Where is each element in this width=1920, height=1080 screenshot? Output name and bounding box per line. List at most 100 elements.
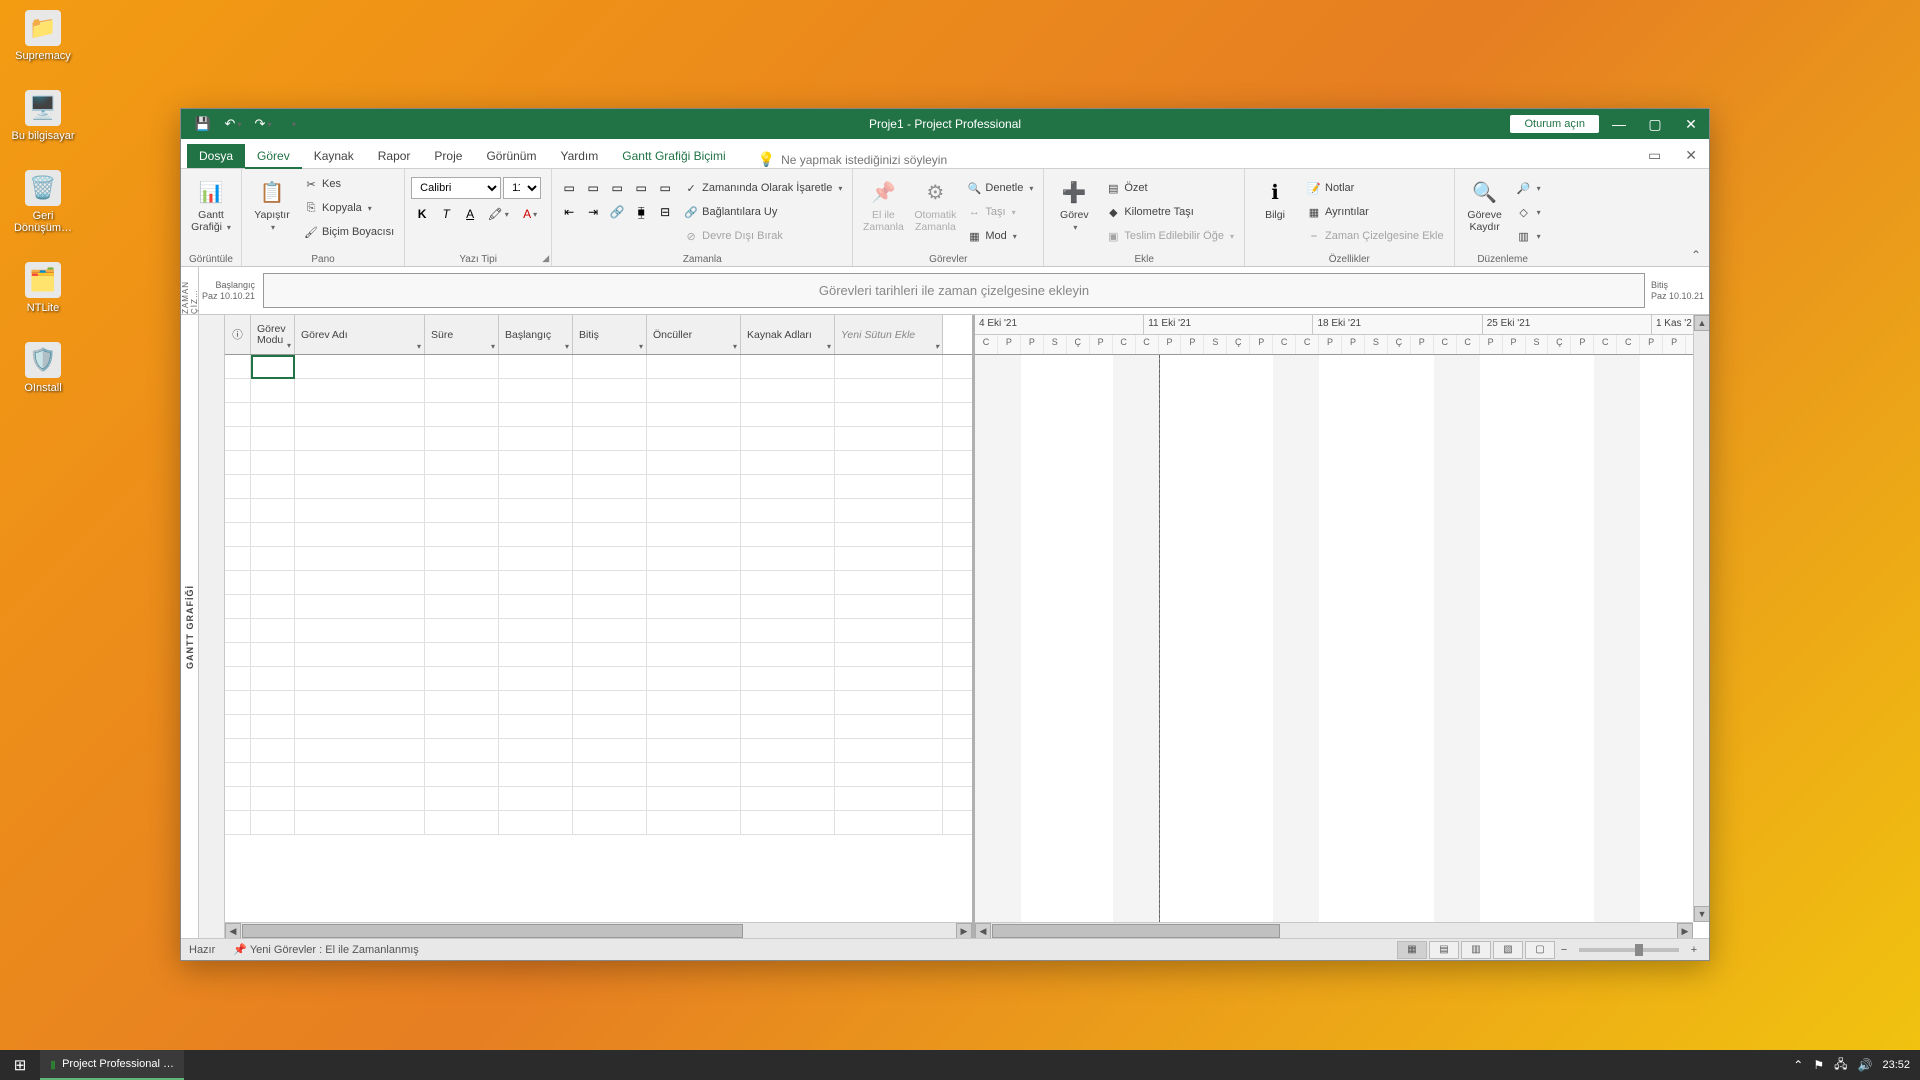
- view-usage-button[interactable]: ▤: [1429, 941, 1459, 959]
- clock[interactable]: 23:52: [1882, 1059, 1910, 1071]
- details-button[interactable]: ▦Ayrıntılar: [1303, 201, 1448, 223]
- tab-help[interactable]: Yardım: [548, 144, 610, 168]
- desktop-icon-recycle[interactable]: 🗑️Geri Dönüşüm…: [8, 170, 78, 234]
- desktop-icon-computer[interactable]: 🖥️Bu bilgisayar: [8, 90, 78, 142]
- zoom-thumb[interactable]: [1635, 944, 1643, 956]
- table-row[interactable]: [225, 499, 972, 523]
- scroll-track[interactable]: [1694, 331, 1709, 906]
- pct-0-button[interactable]: ▭: [558, 177, 580, 199]
- table-row[interactable]: [225, 475, 972, 499]
- gantt-chart-button[interactable]: 📊 Gantt Grafiği ▾: [187, 173, 235, 238]
- scroll-track[interactable]: [991, 923, 1677, 938]
- close-button[interactable]: ✕: [1673, 109, 1709, 139]
- font-name-select[interactable]: Calibri: [411, 177, 501, 199]
- tray-flag-icon[interactable]: ⚑: [1813, 1058, 1824, 1072]
- copy-button[interactable]: ⎘Kopyala▾: [300, 197, 398, 219]
- font-color-button[interactable]: A▾: [515, 203, 545, 225]
- split-button[interactable]: ⊟: [654, 201, 676, 223]
- tray-chevron-icon[interactable]: ⌃: [1793, 1058, 1803, 1072]
- find-button[interactable]: 🔎▾: [1513, 177, 1545, 199]
- tab-report[interactable]: Rapor: [366, 144, 423, 168]
- tell-me[interactable]: 💡: [758, 151, 1001, 168]
- scroll-right-button[interactable]: ▶: [956, 923, 972, 938]
- view-team-button[interactable]: ▥: [1461, 941, 1491, 959]
- col-indicator[interactable]: ⓘ: [225, 315, 251, 354]
- zoom-out-button[interactable]: −: [1557, 944, 1571, 956]
- taskbar-app-project[interactable]: ▮ Project Professional …: [40, 1050, 184, 1080]
- col-start[interactable]: Başlangıç▾: [499, 315, 573, 354]
- table-row[interactable]: [225, 403, 972, 427]
- table-row[interactable]: [225, 811, 972, 835]
- status-new-tasks[interactable]: 📌 Yeni Görevler : El ile Zamanlanmış: [233, 943, 419, 956]
- start-button[interactable]: ⊞: [0, 1050, 40, 1080]
- font-dialog-launcher[interactable]: ◢: [542, 253, 549, 264]
- view-report-button[interactable]: ▢: [1525, 941, 1555, 959]
- bold-button[interactable]: K: [411, 203, 433, 225]
- table-body[interactable]: [225, 355, 972, 938]
- col-predecessors[interactable]: Öncüller▾: [647, 315, 741, 354]
- col-resources[interactable]: Kaynak Adları▾: [741, 315, 835, 354]
- undo-button[interactable]: ↶▾: [221, 112, 245, 136]
- qat-customize[interactable]: ▾: [281, 112, 305, 136]
- desktop-icon-oinstall[interactable]: 🛡️OInstall: [8, 342, 78, 394]
- table-row[interactable]: [225, 739, 972, 763]
- scroll-up-button[interactable]: ▲: [1694, 315, 1709, 331]
- col-task-name[interactable]: Görev Adı▾: [295, 315, 425, 354]
- tell-me-input[interactable]: [781, 153, 1001, 167]
- tab-resource[interactable]: Kaynak: [302, 144, 366, 168]
- redo-button[interactable]: ↷▾: [251, 112, 275, 136]
- zoom-in-button[interactable]: +: [1687, 944, 1701, 956]
- save-button[interactable]: 💾: [191, 112, 215, 136]
- table-row[interactable]: [225, 643, 972, 667]
- cut-button[interactable]: ✂Kes: [300, 173, 398, 195]
- font-size-select[interactable]: 11: [503, 177, 541, 199]
- table-row[interactable]: [225, 379, 972, 403]
- tray-volume-icon[interactable]: 🔊: [1858, 1058, 1873, 1072]
- view-resource-button[interactable]: ▧: [1493, 941, 1523, 959]
- view-gantt-button[interactable]: ▦: [1397, 941, 1427, 959]
- italic-button[interactable]: T: [435, 203, 457, 225]
- tab-file[interactable]: Dosya: [187, 144, 245, 168]
- scroll-down-button[interactable]: ▼: [1694, 906, 1709, 922]
- scroll-left-button[interactable]: ◀: [975, 923, 991, 938]
- fill-color-button[interactable]: 🖍▾: [483, 203, 513, 225]
- table-row[interactable]: [225, 619, 972, 643]
- information-button[interactable]: ℹBilgi: [1251, 173, 1299, 225]
- desktop-icon-supremacy[interactable]: 📁Supremacy: [8, 10, 78, 62]
- paste-button[interactable]: 📋 Yapıştır▾: [248, 173, 296, 238]
- col-add-new[interactable]: Yeni Sütun Ekle▾: [835, 315, 943, 354]
- table-row[interactable]: [225, 715, 972, 739]
- table-row[interactable]: [225, 451, 972, 475]
- minimize-button[interactable]: —: [1601, 109, 1637, 139]
- scroll-thumb[interactable]: [992, 924, 1280, 938]
- desktop-icon-ntlite[interactable]: 🗂️NTLite: [8, 262, 78, 314]
- gantt-vscroll[interactable]: ▲ ▼: [1693, 315, 1709, 922]
- pct-75-button[interactable]: ▭: [630, 177, 652, 199]
- table-hscroll[interactable]: ◀ ▶: [225, 922, 972, 938]
- tab-view[interactable]: Görünüm: [474, 144, 548, 168]
- pct-25-button[interactable]: ▭: [582, 177, 604, 199]
- table-row[interactable]: [225, 763, 972, 787]
- tab-task[interactable]: Görev: [245, 144, 302, 168]
- format-painter-button[interactable]: 🖌Biçim Boyacısı: [300, 221, 398, 243]
- close-document-button[interactable]: ✕: [1681, 143, 1701, 168]
- tab-project[interactable]: Proje: [422, 144, 474, 168]
- summary-button[interactable]: ▤Özet: [1102, 177, 1238, 199]
- table-row[interactable]: [225, 691, 972, 715]
- inspect-button[interactable]: 🔍Denetle▾: [963, 177, 1037, 199]
- zoom-slider[interactable]: [1579, 948, 1679, 952]
- col-finish[interactable]: Bitiş▾: [573, 315, 647, 354]
- fill-button[interactable]: ▥▾: [1513, 225, 1545, 247]
- signin-button[interactable]: Oturum açın: [1510, 115, 1599, 133]
- underline-button[interactable]: A: [459, 203, 481, 225]
- mode-button[interactable]: ▦Mod▾: [963, 225, 1037, 247]
- table-row[interactable]: [225, 571, 972, 595]
- ribbon-display-options[interactable]: ▭: [1644, 143, 1665, 168]
- pct-100-button[interactable]: ▭: [654, 177, 676, 199]
- table-row[interactable]: [225, 427, 972, 451]
- table-row[interactable]: [225, 547, 972, 571]
- table-row[interactable]: [225, 523, 972, 547]
- indent-button[interactable]: ⇥: [582, 201, 604, 223]
- mark-on-track-button[interactable]: ✓Zamanında Olarak İşaretle▾: [680, 177, 846, 199]
- col-duration[interactable]: Süre▾: [425, 315, 499, 354]
